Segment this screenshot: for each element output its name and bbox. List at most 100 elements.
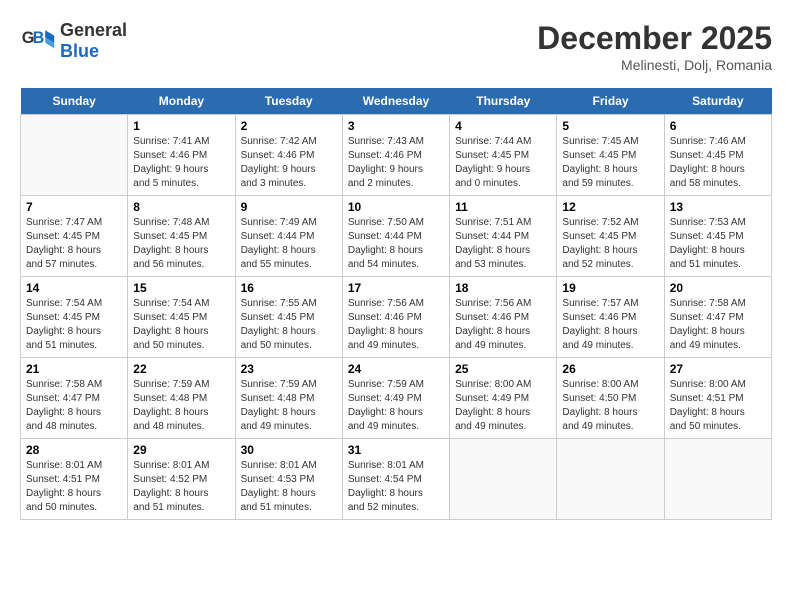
cell-info: Sunrise: 8:01 AM Sunset: 4:52 PM Dayligh…: [133, 459, 229, 515]
day-header-friday: Friday: [557, 88, 664, 115]
calendar-cell: 22Sunrise: 7:59 AM Sunset: 4:48 PM Dayli…: [128, 358, 235, 439]
week-row-5: 28 Sunrise: 8:01 AM Sunset: 4:51 PM Dayli…: [21, 439, 772, 520]
calendar-cell: 5 Sunrise: 7:45 AM Sunset: 4:45 PM Daylig…: [557, 115, 664, 196]
date-number: 25: [455, 362, 551, 376]
cell-info: Sunrise: 7:57 AM Sunset: 4:46 PM Dayligh…: [562, 297, 658, 353]
calendar-cell: 31Sunrise: 8:01 AM Sunset: 4:54 PM Dayli…: [342, 439, 449, 520]
date-number: 19: [562, 281, 658, 295]
cell-info: Sunrise: 8:00 AM Sunset: 4:50 PM Dayligh…: [562, 378, 658, 434]
cell-info: Sunrise: 7:45 AM Sunset: 4:45 PM Dayligh…: [562, 135, 658, 191]
date-number: 12: [562, 200, 658, 214]
date-number: 2: [241, 119, 337, 133]
calendar-cell: 26 Sunrise: 8:00 AM Sunset: 4:50 PM Dayli…: [557, 358, 664, 439]
date-number: 11: [455, 200, 551, 214]
date-number: 8: [133, 200, 229, 214]
cell-info: Sunrise: 7:54 AM Sunset: 4:45 PM Dayligh…: [133, 297, 229, 353]
cell-info: Sunrise: 7:43 AM Sunset: 4:46 PM Dayligh…: [348, 135, 444, 191]
date-number: 26: [562, 362, 658, 376]
calendar-cell: 25 Sunrise: 8:00 AM Sunset: 4:49 PM Dayli…: [450, 358, 557, 439]
date-number: 22: [133, 362, 229, 376]
calendar-cell: 29 Sunrise: 8:01 AM Sunset: 4:52 PM Dayli…: [128, 439, 235, 520]
header-row: SundayMondayTuesdayWednesdayThursdayFrid…: [21, 88, 772, 115]
cell-info: Sunrise: 7:55 AM Sunset: 4:45 PM Dayligh…: [241, 297, 337, 353]
cell-info: Sunrise: 7:44 AM Sunset: 4:45 PM Dayligh…: [455, 135, 551, 191]
calendar-cell: 23Sunrise: 7:59 AM Sunset: 4:48 PM Dayli…: [235, 358, 342, 439]
cell-info: Sunrise: 8:00 AM Sunset: 4:49 PM Dayligh…: [455, 378, 551, 434]
cell-info: Sunrise: 7:48 AM Sunset: 4:45 PM Dayligh…: [133, 216, 229, 272]
title-area: December 2025 Melinesti, Dolj, Romania: [537, 20, 772, 73]
cell-info: Sunrise: 7:53 AM Sunset: 4:45 PM Dayligh…: [670, 216, 766, 272]
calendar-cell: 16 Sunrise: 7:55 AM Sunset: 4:45 PM Dayli…: [235, 277, 342, 358]
date-number: 28: [26, 443, 122, 457]
calendar-cell: 17 Sunrise: 7:56 AM Sunset: 4:46 PM Dayli…: [342, 277, 449, 358]
date-number: 18: [455, 281, 551, 295]
week-row-2: 7 Sunrise: 7:47 AM Sunset: 4:45 PM Daylig…: [21, 196, 772, 277]
date-number: 5: [562, 119, 658, 133]
date-number: 21: [26, 362, 122, 376]
cell-info: Sunrise: 7:51 AM Sunset: 4:44 PM Dayligh…: [455, 216, 551, 272]
date-number: 4: [455, 119, 551, 133]
date-number: 29: [133, 443, 229, 457]
cell-info: Sunrise: 7:59 AM Sunset: 4:48 PM Dayligh…: [241, 378, 337, 434]
cell-info: Sunrise: 7:47 AM Sunset: 4:45 PM Dayligh…: [26, 216, 122, 272]
date-number: 17: [348, 281, 444, 295]
day-header-thursday: Thursday: [450, 88, 557, 115]
date-number: 16: [241, 281, 337, 295]
logo: G B General Blue: [20, 20, 127, 62]
week-row-4: 21 Sunrise: 7:58 AM Sunset: 4:47 PM Dayli…: [21, 358, 772, 439]
date-number: 9: [241, 200, 337, 214]
date-number: 10: [348, 200, 444, 214]
date-number: 3: [348, 119, 444, 133]
calendar-cell: 3 Sunrise: 7:43 AM Sunset: 4:46 PM Daylig…: [342, 115, 449, 196]
day-header-sunday: Sunday: [21, 88, 128, 115]
date-number: 7: [26, 200, 122, 214]
calendar-cell: 10Sunrise: 7:50 AM Sunset: 4:44 PM Dayli…: [342, 196, 449, 277]
day-header-saturday: Saturday: [664, 88, 771, 115]
calendar-cell: 15 Sunrise: 7:54 AM Sunset: 4:45 PM Dayli…: [128, 277, 235, 358]
calendar-cell: 28 Sunrise: 8:01 AM Sunset: 4:51 PM Dayli…: [21, 439, 128, 520]
calendar-cell: 7 Sunrise: 7:47 AM Sunset: 4:45 PM Daylig…: [21, 196, 128, 277]
calendar-cell: 8 Sunrise: 7:48 AM Sunset: 4:45 PM Daylig…: [128, 196, 235, 277]
calendar-cell: 2 Sunrise: 7:42 AM Sunset: 4:46 PM Daylig…: [235, 115, 342, 196]
date-number: 15: [133, 281, 229, 295]
cell-info: Sunrise: 7:56 AM Sunset: 4:46 PM Dayligh…: [455, 297, 551, 353]
cell-info: Sunrise: 8:00 AM Sunset: 4:51 PM Dayligh…: [670, 378, 766, 434]
cell-info: Sunrise: 7:59 AM Sunset: 4:49 PM Dayligh…: [348, 378, 444, 434]
date-number: 6: [670, 119, 766, 133]
date-number: 24: [348, 362, 444, 376]
calendar-cell: 19 Sunrise: 7:57 AM Sunset: 4:46 PM Dayli…: [557, 277, 664, 358]
cell-info: Sunrise: 7:46 AM Sunset: 4:45 PM Dayligh…: [670, 135, 766, 191]
date-number: 13: [670, 200, 766, 214]
page-header: G B General Blue December 2025 Melinesti…: [20, 20, 772, 73]
cell-info: Sunrise: 7:49 AM Sunset: 4:44 PM Dayligh…: [241, 216, 337, 272]
calendar-cell: 11 Sunrise: 7:51 AM Sunset: 4:44 PM Dayli…: [450, 196, 557, 277]
cell-info: Sunrise: 7:56 AM Sunset: 4:46 PM Dayligh…: [348, 297, 444, 353]
logo-text: General Blue: [60, 20, 127, 62]
date-number: 30: [241, 443, 337, 457]
calendar-cell: 21 Sunrise: 7:58 AM Sunset: 4:47 PM Dayli…: [21, 358, 128, 439]
date-number: 14: [26, 281, 122, 295]
calendar-cell: 13 Sunrise: 7:53 AM Sunset: 4:45 PM Dayli…: [664, 196, 771, 277]
calendar-cell: 4 Sunrise: 7:44 AM Sunset: 4:45 PM Daylig…: [450, 115, 557, 196]
cell-info: Sunrise: 7:52 AM Sunset: 4:45 PM Dayligh…: [562, 216, 658, 272]
cell-info: Sunrise: 8:01 AM Sunset: 4:54 PM Dayligh…: [348, 459, 444, 515]
cell-info: Sunrise: 7:54 AM Sunset: 4:45 PM Dayligh…: [26, 297, 122, 353]
cell-info: Sunrise: 7:58 AM Sunset: 4:47 PM Dayligh…: [670, 297, 766, 353]
calendar-cell: [450, 439, 557, 520]
week-row-3: 14 Sunrise: 7:54 AM Sunset: 4:45 PM Dayli…: [21, 277, 772, 358]
day-header-monday: Monday: [128, 88, 235, 115]
cell-info: Sunrise: 8:01 AM Sunset: 4:51 PM Dayligh…: [26, 459, 122, 515]
calendar-cell: [664, 439, 771, 520]
day-header-tuesday: Tuesday: [235, 88, 342, 115]
cell-info: Sunrise: 7:42 AM Sunset: 4:46 PM Dayligh…: [241, 135, 337, 191]
calendar-cell: [557, 439, 664, 520]
cell-info: Sunrise: 7:41 AM Sunset: 4:46 PM Dayligh…: [133, 135, 229, 191]
date-number: 27: [670, 362, 766, 376]
calendar-cell: 18 Sunrise: 7:56 AM Sunset: 4:46 PM Dayli…: [450, 277, 557, 358]
date-number: 20: [670, 281, 766, 295]
week-row-1: 1Sunrise: 7:41 AM Sunset: 4:46 PM Daylig…: [21, 115, 772, 196]
calendar-cell: 27 Sunrise: 8:00 AM Sunset: 4:51 PM Dayli…: [664, 358, 771, 439]
calendar-cell: 24 Sunrise: 7:59 AM Sunset: 4:49 PM Dayli…: [342, 358, 449, 439]
month-title: December 2025: [537, 20, 772, 57]
cell-info: Sunrise: 7:58 AM Sunset: 4:47 PM Dayligh…: [26, 378, 122, 434]
